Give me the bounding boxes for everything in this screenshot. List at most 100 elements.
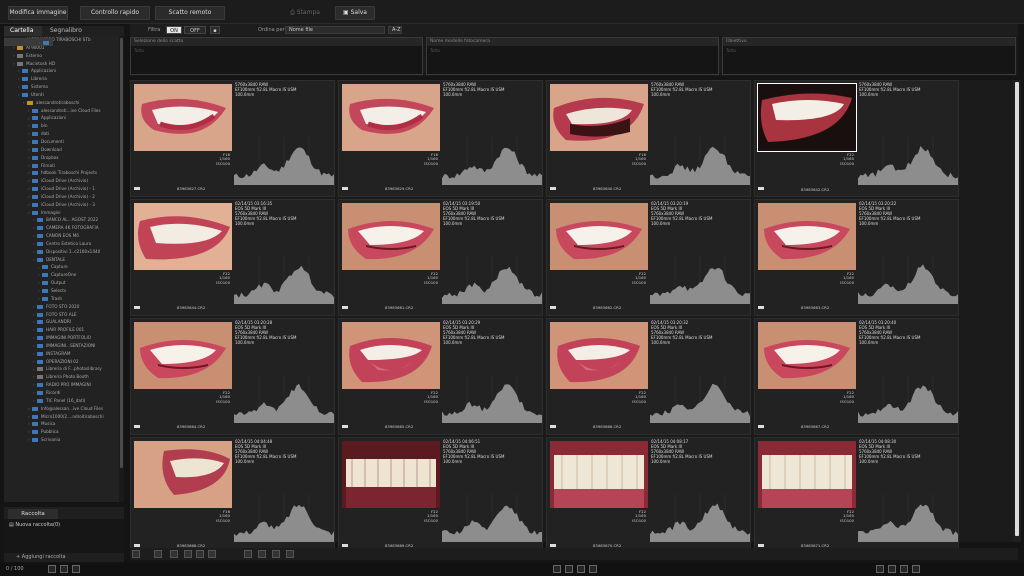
thumbnail-image[interactable] [757,83,857,152]
sidebar-item[interactable]: › Info@alessan...ive Cloud Files [4,405,124,413]
grid-scroll-thumb[interactable] [1015,82,1019,536]
thumbnail-image[interactable] [134,322,232,389]
sidebar-item[interactable]: › iCloud Drive (Archivio) - 2 [4,193,124,201]
sidebar-item[interactable]: › CaptureOne [4,271,124,279]
sidebar-item[interactable]: › Pubblica [4,428,124,436]
last-image-icon[interactable] [589,565,597,573]
sidebar-item[interactable]: › HAIR PROFILE 001 [4,326,124,334]
filter-lock-icon[interactable]: ▪ [210,26,220,34]
sidebar-item[interactable]: › Selects [4,287,124,295]
add-collection-button[interactable]: + Aggiungi raccolta [16,554,66,560]
thumbnail-image[interactable] [550,322,648,389]
sidebar-item[interactable]: › Immagini [4,209,124,217]
grid-view-icon[interactable] [48,565,56,573]
sidebar-item[interactable]: › iCloud Drive (Archivio) [4,177,124,185]
sidebar-item[interactable]: › DENTALE [4,256,124,264]
rating-badge-icon[interactable] [134,425,140,428]
view-mode-1-icon[interactable] [184,550,192,558]
sidebar-item[interactable]: › Libreria di F...photoslibrary [4,365,124,373]
thumbnail-cell[interactable]: 02/14/15 03:19:50 EOS 5D Mark III 5760x384… [338,199,543,316]
fullscreen-icon[interactable] [888,565,896,573]
sidebar-item[interactable]: › FOTO STO ALE [4,311,124,319]
tab-bookmark[interactable]: Segnalibro [44,26,88,36]
thumbnail-cell[interactable]: 02/14/15 03:20:40 EOS 5D Mark III 5760x384… [754,318,959,435]
sidebar-item[interactable]: › bin [4,122,124,130]
sidebar-item[interactable]: › Musica [4,420,124,428]
thumbnail-image[interactable] [342,84,440,151]
rating-badge-icon[interactable] [550,425,556,428]
sidebar-item[interactable]: › Ricordi [4,389,124,397]
layout-4-icon[interactable] [286,550,294,558]
sidebar-item[interactable]: › Documenti [4,138,124,146]
compare-icon[interactable] [876,565,884,573]
grid-scrollbar[interactable] [1013,80,1021,542]
sidebar-item[interactable]: › Sistema [4,83,124,91]
sidebar-item[interactable]: › INSTAGRAM [4,350,124,358]
save-button[interactable]: ▣ Salva [335,6,375,20]
sidebar-item[interactable]: › Centro Estetico Laura [4,240,124,248]
next-image-icon[interactable] [577,565,585,573]
edit-image-button[interactable]: Modifica immagine [8,6,68,20]
thumbnail-image[interactable] [758,203,856,270]
thumbnail-cell[interactable]: 02/14/15 04:06:51 EOS 5D Mark III 5760x384… [338,437,543,554]
view-mode-2-icon[interactable] [196,550,204,558]
remote-shoot-button[interactable]: Scatto remoto [155,6,225,20]
thumbnail-image[interactable] [550,441,648,508]
lens-panel[interactable]: Obiettivo Tutto [722,37,1016,75]
rating-badge-icon[interactable] [342,425,348,428]
thumbnail-cell[interactable]: 02/14/15 03:20:19 EOS 5D Mark III 5760x384… [546,199,751,316]
sidebar-item[interactable]: › RADIO PRO IMMAGINI [4,381,124,389]
thumbnail-cell[interactable]: 02/14/15 03:20:32 EOS 5D Mark III 5760x384… [546,318,751,435]
shot-selection-panel[interactable]: Selezione dello scatto Tutto [130,37,423,75]
thumbnail-image[interactable] [342,322,440,389]
thumbnail-cell[interactable]: 5760x3840 RAW EF100mm f/2.8L Macro IS USM… [546,80,751,197]
thumbnail-image[interactable] [342,203,440,270]
thumbnail-cell[interactable]: 02/14/15 03:20:22 EOS 5D Mark III 5760x384… [754,199,959,316]
sidebar-item[interactable]: › alessandroti...ive Cloud Files [4,107,124,115]
thumbnail-cell[interactable]: 02/14/15 04:08:30 EOS 5D Mark III 5760x384… [754,437,959,554]
sidebar-item[interactable]: › IMMAGINI...SENTAZIONI [4,342,124,350]
sidebar-item[interactable]: › Capture [4,263,124,271]
view-mode-3-icon[interactable] [208,550,216,558]
sidebar-item[interactable]: › CANON EOS M6 [4,232,124,240]
sidebar-item[interactable]: › iCloud Drive (Archivio) - 1 [4,185,124,193]
rating-badge-icon[interactable] [134,544,140,547]
thumbnail-cell[interactable]: 02/14/15 03:20:28 EOS 5D Mark III 5760x384… [130,318,335,435]
filter-on-toggle[interactable]: ON [166,26,182,34]
sidebar-item[interactable]: › OPERAZIONI 02 [4,358,124,366]
camera-model-panel[interactable]: Nome modello fotocamera Tutto [426,37,719,75]
rating-badge-icon[interactable] [758,187,764,190]
sidebar-item[interactable]: › Esterno [4,52,124,60]
rating-badge-icon[interactable] [758,306,764,309]
print-button[interactable]: ⎙ Stampa [282,6,328,20]
sort-select[interactable]: Nome file [285,26,385,34]
sidebar-item[interactable]: › Macintosh HD [4,60,124,68]
thumbnail-image[interactable] [550,203,648,270]
zoom-in-icon[interactable] [170,550,178,558]
tab-folder[interactable]: Cartella [4,26,42,36]
sidebar-item[interactable]: › Download [4,146,124,154]
sidebar-item[interactable]: › hdbook Tiraboschi Projects [4,169,124,177]
rating-badge-icon[interactable] [342,544,348,547]
rating-badge-icon[interactable] [550,544,556,547]
thumbnail-cell[interactable]: 5760x3840 RAW EF100mm f/2.8L Macro IS USM… [130,80,335,197]
rating-badge-icon[interactable] [550,306,556,309]
rating-badge-icon[interactable] [134,306,140,309]
sidebar-item[interactable]: › dati [4,130,124,138]
sidebar-item[interactable]: › Filmati [4,162,124,170]
quick-check-button[interactable]: Controllo rapido [80,6,150,20]
thumbnail-cell[interactable]: 02/14/15 04:04:48 EOS 5D Mark III 5760x384… [130,437,335,554]
thumbnail-image[interactable] [134,84,232,151]
rating-badge-icon[interactable] [342,187,348,190]
sort-direction-button[interactable]: A-Z [388,26,402,34]
sidebar-item[interactable]: › TIC Panel (16_dati) [4,397,124,405]
sidebar-item[interactable]: › Dispositivi 1..c2160x1440 [4,248,124,256]
sidebar-item[interactable]: › Applicazioni [4,67,124,75]
rating-badge-icon[interactable] [550,187,556,190]
sidebar-item[interactable]: › Scrivania [4,436,124,444]
thumbnail-image[interactable] [134,203,232,270]
screen-icon[interactable] [900,565,908,573]
sidebar-item[interactable]: › IMMAGINI PORTFOLIO [4,334,124,342]
sidebar-item[interactable]: › Trash [4,295,124,303]
layout-2-icon[interactable] [258,550,266,558]
